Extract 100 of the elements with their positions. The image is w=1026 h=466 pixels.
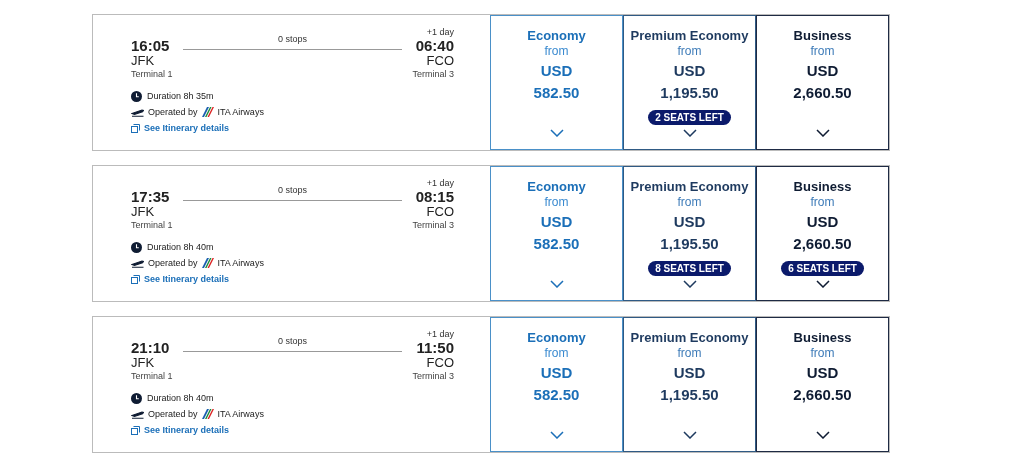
day-offset: +1 day xyxy=(426,328,454,340)
from-label: from xyxy=(677,195,702,210)
clock-icon xyxy=(131,392,142,404)
operated-by-label: Operated by xyxy=(148,106,198,118)
seats-left-badge: 2 SEATS LEFT xyxy=(648,109,731,125)
currency: USD xyxy=(806,363,839,383)
itinerary-details-link[interactable]: See Itinerary details xyxy=(131,273,230,285)
departure-terminal: Terminal 1 xyxy=(131,370,173,383)
from-label: from xyxy=(677,44,702,59)
fare-option[interactable]: Economy from USD 582.50 xyxy=(490,15,623,150)
departure-time: 17:35 xyxy=(131,189,171,205)
arrival-airport: FCO xyxy=(426,205,454,219)
itinerary-details-link[interactable]: See Itinerary details xyxy=(131,122,230,134)
departure-terminal: Terminal 1 xyxy=(131,219,173,232)
stops-label: 0 stops xyxy=(278,336,307,346)
airplane-takeoff-icon xyxy=(131,107,144,117)
fare-option[interactable]: Economy from USD 582.50 xyxy=(490,166,623,301)
price: 1,195.50 xyxy=(660,234,719,254)
arrival-airport: FCO xyxy=(426,54,454,68)
from-label: from xyxy=(544,44,569,59)
new-window-icon xyxy=(131,274,140,284)
new-window-icon xyxy=(131,425,140,435)
currency: USD xyxy=(540,61,573,81)
clock-icon xyxy=(131,241,142,253)
price: 1,195.50 xyxy=(660,385,719,405)
fare-option[interactable]: Premium Economy from USD 1,195.50 xyxy=(623,317,756,452)
price: 2,660.50 xyxy=(793,83,852,103)
itinerary-details-link[interactable]: See Itinerary details xyxy=(131,424,230,436)
arrival-terminal: Terminal 3 xyxy=(412,370,454,383)
fare-option[interactable]: Business from USD 2,660.50 xyxy=(756,317,889,452)
cabin-name: Economy xyxy=(527,330,586,346)
chevron-down-icon xyxy=(682,280,697,288)
price: 1,195.50 xyxy=(660,83,719,103)
from-label: from xyxy=(810,195,835,210)
chevron-down-icon xyxy=(815,431,830,439)
chevron-down-icon xyxy=(815,129,830,137)
currency: USD xyxy=(673,61,706,81)
cabin-name: Economy xyxy=(527,28,586,44)
currency: USD xyxy=(806,61,839,81)
airline-name: ITA Airways xyxy=(217,408,264,420)
arrival-time: 06:40 xyxy=(415,38,454,54)
fare-option[interactable]: Business from USD 2,660.50 xyxy=(756,15,889,150)
fare-option[interactable]: Premium Economy from USD 1,195.50 2 SEATS LEFT xyxy=(623,15,756,150)
fare-option[interactable]: Premium Economy from USD 1,195.50 8 SEATS LEFT xyxy=(623,166,756,301)
flight-duration: Duration 8h 40m xyxy=(147,392,214,404)
chevron-down-icon xyxy=(682,431,697,439)
airline-name: ITA Airways xyxy=(217,257,264,269)
from-label: from xyxy=(544,195,569,210)
cabin-name: Premium Economy xyxy=(630,330,749,346)
new-window-icon xyxy=(131,123,140,133)
cabin-name: Business xyxy=(793,330,852,346)
flight-duration: Duration 8h 35m xyxy=(147,90,214,102)
day-offset: +1 day xyxy=(426,26,454,38)
arrival-terminal: Terminal 3 xyxy=(412,68,454,81)
departure-airport: JFK xyxy=(131,205,156,219)
cabin-name: Premium Economy xyxy=(630,28,749,44)
arrival-airport: FCO xyxy=(426,356,454,370)
fare-option[interactable]: Business from USD 2,660.50 6 SEATS LEFT xyxy=(756,166,889,301)
seats-left-badge: 8 SEATS LEFT xyxy=(648,260,731,276)
currency: USD xyxy=(540,363,573,383)
stops-label: 0 stops xyxy=(278,34,307,44)
airline-logo-icon xyxy=(201,258,214,268)
from-label: from xyxy=(677,346,702,361)
departure-airport: JFK xyxy=(131,54,156,68)
cabin-name: Business xyxy=(793,179,852,195)
cabin-name: Premium Economy xyxy=(630,179,749,195)
price: 582.50 xyxy=(533,234,580,254)
currency: USD xyxy=(673,363,706,383)
currency: USD xyxy=(540,212,573,232)
departure-terminal: Terminal 1 xyxy=(131,68,173,81)
departure-time: 16:05 xyxy=(131,38,171,54)
chevron-down-icon xyxy=(815,280,830,288)
fare-option[interactable]: Economy from USD 582.50 xyxy=(490,317,623,452)
cabin-name: Business xyxy=(793,28,852,44)
price: 582.50 xyxy=(533,385,580,405)
day-offset: +1 day xyxy=(426,177,454,189)
airline-name: ITA Airways xyxy=(217,106,264,118)
airline-logo-icon xyxy=(201,107,214,117)
flight-duration: Duration 8h 40m xyxy=(147,241,214,253)
chevron-down-icon xyxy=(549,129,564,137)
airline-logo-icon xyxy=(201,409,214,419)
seats-left-badge: 6 SEATS LEFT xyxy=(781,260,864,276)
price: 582.50 xyxy=(533,83,580,103)
price: 2,660.50 xyxy=(793,385,852,405)
operated-by-label: Operated by xyxy=(148,257,198,269)
airplane-takeoff-icon xyxy=(131,409,144,419)
arrival-time: 11:50 xyxy=(416,340,454,356)
from-label: from xyxy=(544,346,569,361)
from-label: from xyxy=(810,44,835,59)
chevron-down-icon xyxy=(682,129,697,137)
stops-label: 0 stops xyxy=(278,185,307,195)
clock-icon xyxy=(131,90,142,102)
arrival-time: 08:15 xyxy=(415,189,454,205)
currency: USD xyxy=(806,212,839,232)
currency: USD xyxy=(673,212,706,232)
arrival-terminal: Terminal 3 xyxy=(412,219,454,232)
from-label: from xyxy=(810,346,835,361)
airplane-takeoff-icon xyxy=(131,258,144,268)
operated-by-label: Operated by xyxy=(148,408,198,420)
departure-airport: JFK xyxy=(131,356,156,370)
